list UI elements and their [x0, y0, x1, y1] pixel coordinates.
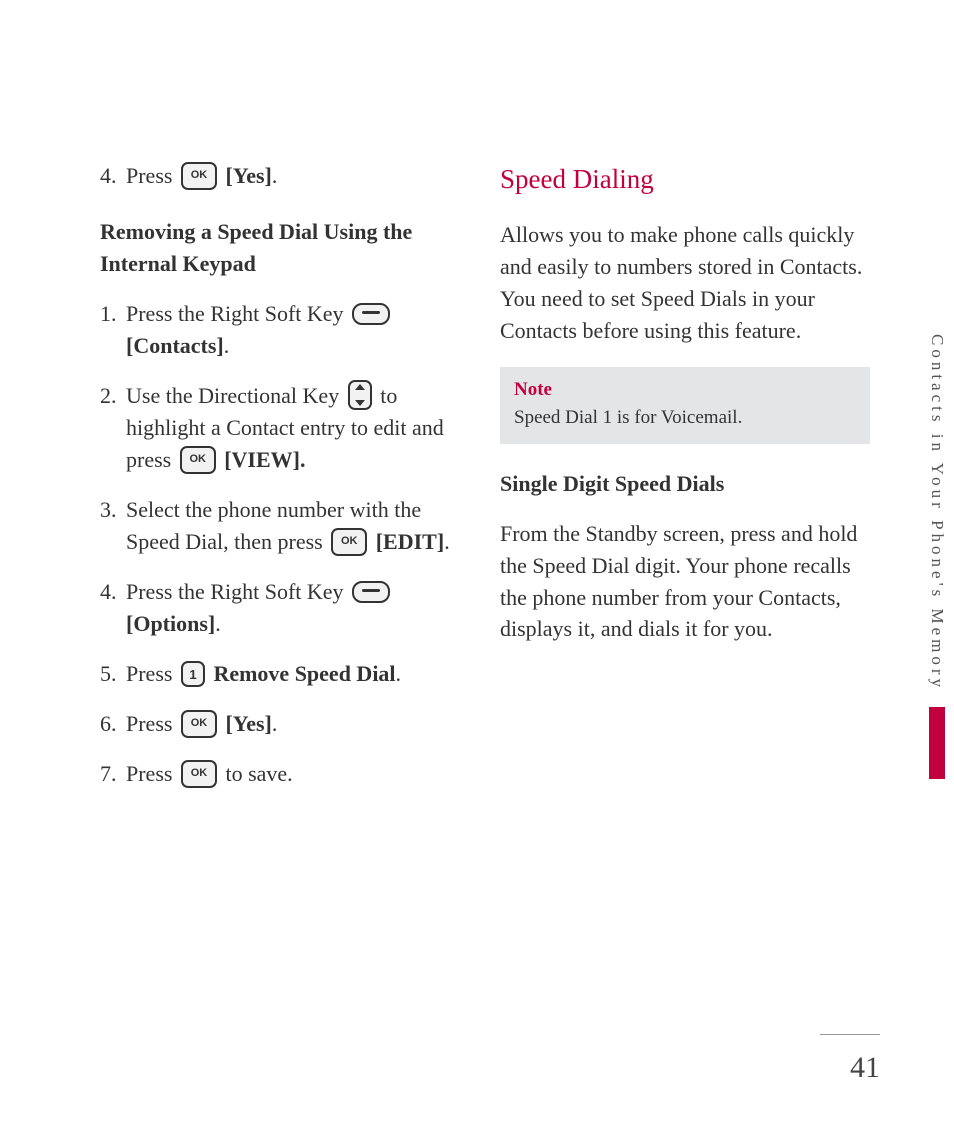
step-1: 1. Press the Right Soft Key [Contacts].: [100, 298, 460, 362]
text: .: [396, 661, 402, 686]
step-5: 5. Press 1 Remove Speed Dial.: [100, 658, 460, 690]
step-body: Use the Directional Key to highlight a C…: [126, 380, 460, 477]
step-3: 3. Select the phone number with the Spee…: [100, 494, 460, 558]
note-body: Speed Dial 1 is for Voicemail.: [514, 405, 856, 432]
page-number: 41: [850, 1051, 880, 1085]
page-content: 4. Press OK [Yes]. Removing a Speed Dial…: [0, 0, 954, 868]
step-6: 6. Press OK [Yes].: [100, 708, 460, 740]
step-number: 6.: [100, 708, 126, 740]
text: Press the Right Soft Key: [126, 301, 349, 326]
text-bold: [EDIT]: [376, 529, 444, 554]
right-column: Speed Dialing Allows you to make phone c…: [500, 160, 870, 808]
side-tab-marker: [929, 707, 945, 779]
step-2: 2. Use the Directional Key to highlight …: [100, 380, 460, 477]
ok-key-icon: OK: [181, 162, 217, 190]
step-number: 4.: [100, 160, 126, 192]
paragraph: From the Standby screen, press and hold …: [500, 518, 870, 646]
subheading: Single Digit Speed Dials: [500, 468, 870, 500]
step-body: Press the Right Soft Key [Contacts].: [126, 298, 460, 362]
page-rule: [820, 1034, 880, 1035]
subheading: Removing a Speed Dial Using the Internal…: [100, 216, 460, 280]
step-number: 7.: [100, 758, 126, 790]
ok-key-icon: OK: [180, 446, 216, 474]
text: Press the Right Soft Key: [126, 579, 349, 604]
step-body: Press the Right Soft Key [Options].: [126, 576, 460, 640]
text: Use the Directional Key: [126, 383, 345, 408]
step-number: 4.: [100, 576, 126, 640]
text: Press: [126, 163, 178, 188]
text: Press: [126, 661, 178, 686]
text: .: [224, 333, 230, 358]
text-bold: Remove Speed Dial: [213, 661, 395, 686]
step-body: Select the phone number with the Speed D…: [126, 494, 460, 558]
text: Press: [126, 761, 178, 786]
text: .: [444, 529, 450, 554]
text-bold: [Contacts]: [126, 333, 224, 358]
step-4: 4. Press the Right Soft Key [Options].: [100, 576, 460, 640]
step-number: 3.: [100, 494, 126, 558]
step-body: Press OK [Yes].: [126, 708, 460, 740]
text: .: [272, 163, 278, 188]
text-bold: [Yes]: [225, 711, 271, 736]
text: Press: [126, 711, 178, 736]
step-7: 7. Press OK to save.: [100, 758, 460, 790]
step-body: Press OK [Yes].: [126, 160, 460, 192]
side-tab-label: Contacts in Your Phone's Memory: [927, 330, 947, 707]
text-bold: [Yes]: [225, 163, 271, 188]
section-title: Speed Dialing: [500, 160, 870, 199]
step-number: 5.: [100, 658, 126, 690]
ok-key-icon: OK: [181, 710, 217, 738]
paragraph: Allows you to make phone calls quickly a…: [500, 219, 870, 347]
ok-key-icon: OK: [331, 528, 367, 556]
left-column: 4. Press OK [Yes]. Removing a Speed Dial…: [100, 160, 460, 808]
directional-key-icon: [348, 380, 372, 410]
text-bold: [VIEW].: [224, 447, 305, 472]
note-title: Note: [514, 377, 856, 404]
softkey-icon: [352, 303, 390, 325]
step-body: Press 1 Remove Speed Dial.: [126, 658, 460, 690]
ok-key-icon: OK: [181, 760, 217, 788]
step-body: Press OK to save.: [126, 758, 460, 790]
step-number: 1.: [100, 298, 126, 362]
one-key-icon: 1: [181, 661, 205, 687]
text: .: [215, 611, 221, 636]
note-box: Note Speed Dial 1 is for Voicemail.: [500, 367, 870, 444]
text: to save.: [225, 761, 292, 786]
side-tab: Contacts in Your Phone's Memory: [920, 330, 954, 779]
softkey-icon: [352, 581, 390, 603]
step-4-top: 4. Press OK [Yes].: [100, 160, 460, 192]
step-number: 2.: [100, 380, 126, 477]
text: .: [272, 711, 278, 736]
text-bold: [Options]: [126, 611, 215, 636]
